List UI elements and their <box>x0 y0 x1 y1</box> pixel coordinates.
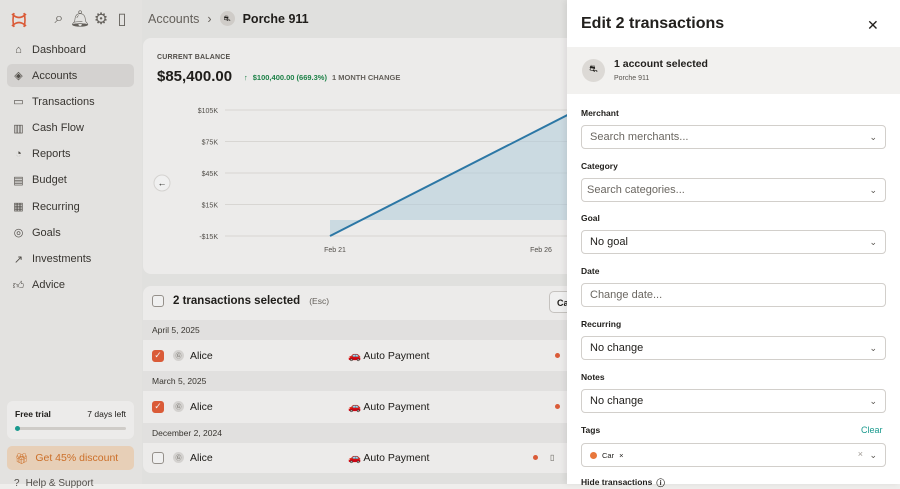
tag-chip[interactable]: Car × <box>590 451 623 460</box>
category-select[interactable]: Search categories... ⌄ <box>581 178 886 202</box>
merchant-label: Merchant <box>581 108 619 118</box>
info-icon: ⓘ <box>656 478 665 488</box>
chevron-down-icon: ⌄ <box>869 185 877 195</box>
car-icon: ⛐ <box>582 59 605 82</box>
category-label: Category <box>581 161 618 171</box>
clear-icon[interactable]: × <box>858 449 863 459</box>
clear-tags-button[interactable]: Clear <box>861 425 883 435</box>
close-icon[interactable]: ✕ <box>867 17 879 34</box>
drawer-title: Edit 2 transactions <box>581 15 725 32</box>
recurring-select[interactable]: No change ⌄ <box>581 336 886 360</box>
edit-transactions-drawer: Edit 2 transactions ✕ ⛐ 1 account select… <box>567 0 900 488</box>
account-count: 1 account selected <box>614 58 708 70</box>
tags-label: Tags <box>581 425 601 435</box>
notes-select[interactable]: No change ⌄ <box>581 389 886 413</box>
chevron-down-icon: ⌄ <box>869 343 877 353</box>
recurring-label: Recurring <box>581 319 622 329</box>
hide-transactions-label: Hide transactions ⓘ <box>581 477 665 488</box>
goal-select[interactable]: No goal ⌄ <box>581 230 886 254</box>
tag-color-dot <box>590 451 597 459</box>
modal-backdrop[interactable] <box>0 0 567 484</box>
account-name: Porche 911 <box>614 75 650 82</box>
chevron-down-icon: ⌄ <box>869 450 877 460</box>
notes-label: Notes <box>581 372 605 382</box>
date-label: Date <box>581 266 600 276</box>
remove-tag-icon[interactable]: × <box>619 451 623 460</box>
date-input[interactable]: Change date... <box>581 283 886 307</box>
chevron-down-icon: ⌄ <box>869 237 877 247</box>
goal-label: Goal <box>581 213 600 223</box>
merchant-select[interactable]: Search merchants... ⌄ <box>581 125 886 149</box>
account-summary: ⛐ 1 account selected Porche 911 <box>567 47 900 94</box>
chevron-down-icon: ⌄ <box>869 396 877 406</box>
chevron-down-icon: ⌄ <box>869 132 877 142</box>
tags-select[interactable]: Car × × ⌄ <box>581 443 886 467</box>
